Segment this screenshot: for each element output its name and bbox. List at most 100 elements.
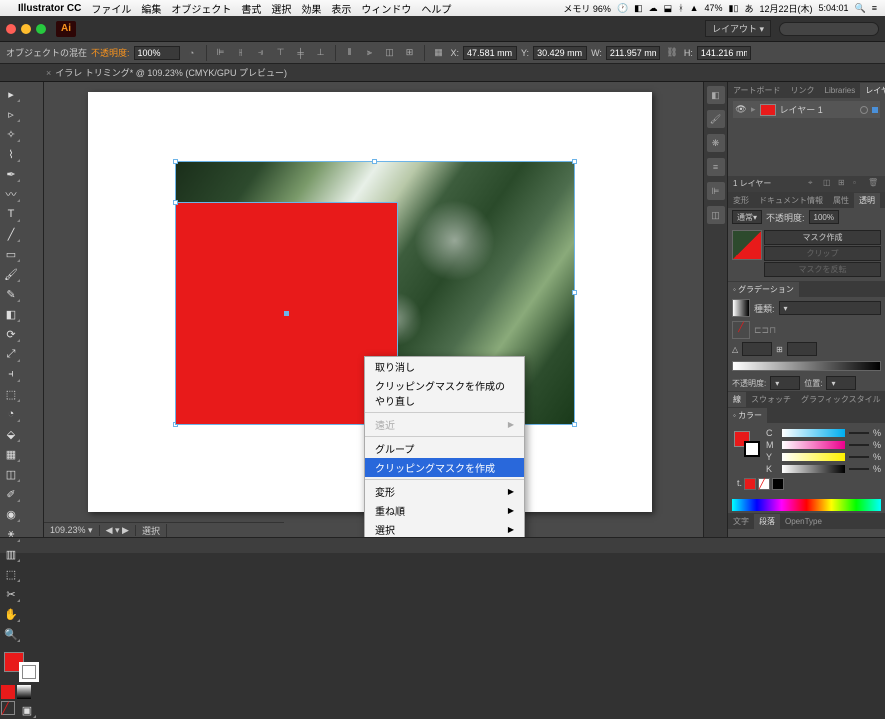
dock-align-icon[interactable]: ⊫ xyxy=(707,182,725,200)
locate-icon[interactable]: ⌖ xyxy=(808,178,820,190)
transparency-thumb[interactable] xyxy=(732,230,762,260)
tab-layers[interactable]: レイヤー xyxy=(860,83,885,98)
scale-tool[interactable]: ⤢ xyxy=(1,345,21,363)
wifi-icon[interactable]: ▲ xyxy=(690,3,699,13)
spectrum-ramp[interactable] xyxy=(732,499,881,511)
cloud-icon[interactable]: ☁ xyxy=(649,3,658,14)
ctx-arrange[interactable]: 重ね順▶ xyxy=(365,501,524,520)
tab-artboards[interactable]: アートボード xyxy=(728,83,786,98)
tab-paragraph[interactable]: 段落 xyxy=(754,514,780,529)
rotate-tool[interactable]: ⟳ xyxy=(1,325,21,343)
dock-brushes-icon[interactable]: 🖌 xyxy=(707,110,725,128)
k-input[interactable] xyxy=(849,468,869,470)
window-close[interactable] xyxy=(6,24,16,34)
menu-icon[interactable]: ≡ xyxy=(872,3,877,13)
eraser-tool[interactable]: ◧ xyxy=(1,305,21,323)
h-input[interactable] xyxy=(697,46,751,60)
panel-opacity-input[interactable]: 100% xyxy=(809,210,839,224)
type-tool[interactable]: T xyxy=(1,205,21,223)
ctx-transform[interactable]: 変形▶ xyxy=(365,482,524,501)
gradient-swatch[interactable] xyxy=(732,299,750,317)
window-minimize[interactable] xyxy=(21,24,31,34)
curvature-tool[interactable]: 〰 xyxy=(1,185,21,203)
screen-mode-icon[interactable]: ▣ xyxy=(17,701,37,719)
menu-window[interactable]: ウィンドウ xyxy=(361,1,411,16)
m-input[interactable] xyxy=(849,444,869,446)
artboard-tool[interactable]: ⬚ xyxy=(1,565,21,583)
fill-stroke-selector[interactable] xyxy=(4,652,39,682)
y-input[interactable] xyxy=(533,46,587,60)
app-name[interactable]: Illustrator CC xyxy=(18,3,81,14)
line-tool[interactable]: ╱ xyxy=(1,225,21,243)
hand-tool[interactable]: ✋ xyxy=(1,605,21,623)
gradient-mode-icon[interactable] xyxy=(17,685,31,699)
new-layer-icon[interactable]: ▫ xyxy=(853,178,865,190)
slice-tool[interactable]: ✂ xyxy=(1,585,21,603)
symbol-sprayer-tool[interactable]: ⚹ xyxy=(1,525,21,543)
align-bottom-icon[interactable]: ⊥ xyxy=(313,45,329,61)
dropbox-icon[interactable]: ⬓ xyxy=(664,3,673,14)
mesh-tool[interactable]: ▦ xyxy=(1,445,21,463)
dock-stroke-icon[interactable]: ≡ xyxy=(707,158,725,176)
tab-docinfo[interactable]: ドキュメント情報 xyxy=(754,193,828,208)
tab-transparency[interactable]: 透明 xyxy=(854,193,880,208)
visibility-icon[interactable]: 👁 xyxy=(735,104,747,116)
menu-help[interactable]: ヘルプ xyxy=(421,1,451,16)
link-wh-icon[interactable]: ⛓ xyxy=(664,45,680,61)
menu-view[interactable]: 表示 xyxy=(331,1,351,16)
pen-tool[interactable]: ✒ xyxy=(1,165,21,183)
tab-graphic-styles[interactable]: グラフィックスタイル xyxy=(796,392,885,407)
align-left-icon[interactable]: ⊫ xyxy=(213,45,229,61)
perspective-tool[interactable]: ⬙ xyxy=(1,425,21,443)
zoom-tool[interactable]: 🔍 xyxy=(1,625,21,643)
layer-row[interactable]: 👁 ▸ レイヤー 1 xyxy=(733,101,880,118)
shape-builder-tool[interactable]: ◔ xyxy=(1,405,21,423)
spotlight-icon[interactable]: 🔍 xyxy=(855,3,866,14)
w-input[interactable] xyxy=(606,46,660,60)
expand-icon[interactable]: ▸ xyxy=(751,104,756,115)
opacity-label[interactable]: 不透明度: xyxy=(91,46,130,59)
canvas[interactable]: 取り消し クリッピングマスクを作成のやり直し 遠近▶ グループ クリッピングマス… xyxy=(44,82,703,537)
tab-opentype[interactable]: OpenType xyxy=(780,515,827,528)
gradient-stroke-swatch[interactable]: ╱ xyxy=(732,321,750,339)
align-right-icon[interactable]: ⫣ xyxy=(253,45,269,61)
width-tool[interactable]: ⫞ xyxy=(1,365,21,383)
direct-selection-tool[interactable]: ▹ xyxy=(1,105,21,123)
distribute-v-icon[interactable]: ⫸ xyxy=(362,45,378,61)
gradient-tool[interactable]: ◫ xyxy=(1,465,21,483)
gradient-type-dropdown[interactable]: ▾ xyxy=(779,301,881,315)
paintbrush-tool[interactable]: 🖌 xyxy=(1,265,21,283)
tab-color[interactable]: ◦ カラー xyxy=(728,408,767,423)
workspace-dropdown[interactable]: レイアウト ▾ xyxy=(705,20,771,37)
align-vcenter-icon[interactable]: ╪ xyxy=(293,45,309,61)
tab-close-icon[interactable]: × xyxy=(46,68,51,78)
document-tab-title[interactable]: イラレ トリミング* @ 109.23% (CMYK/GPU プレビュー) xyxy=(55,66,287,79)
tab-links[interactable]: リンク xyxy=(786,83,820,98)
make-clip-icon[interactable]: ◫ xyxy=(823,178,835,190)
tab-libraries[interactable]: Libraries xyxy=(820,84,861,97)
free-transform-tool[interactable]: ⬚ xyxy=(1,385,21,403)
tab-stroke[interactable]: 線 xyxy=(728,392,746,407)
gradient-ramp[interactable] xyxy=(732,361,881,371)
ctx-undo[interactable]: 取り消し xyxy=(365,357,524,376)
notif-icon[interactable]: ◧ xyxy=(634,3,643,14)
magic-wand-tool[interactable]: ✧ xyxy=(1,125,21,143)
color-mode-icon[interactable] xyxy=(1,685,15,699)
tab-character[interactable]: 文字 xyxy=(728,514,754,529)
stop-position-input[interactable]: ▾ xyxy=(826,376,856,390)
tab-transform[interactable]: 変形 xyxy=(728,193,754,208)
ctx-group[interactable]: グループ xyxy=(365,439,524,458)
stop-opacity-input[interactable]: ▾ xyxy=(770,376,800,390)
blend-tool[interactable]: ◉ xyxy=(1,505,21,523)
tab-gradient[interactable]: ◦ グラデーション xyxy=(728,282,799,297)
swatch-red[interactable] xyxy=(744,478,756,490)
new-sublayer-icon[interactable]: ⊞ xyxy=(838,178,850,190)
none-mode-icon[interactable]: ╱ xyxy=(1,701,15,715)
dock-pathfinder-icon[interactable]: ◫ xyxy=(707,206,725,224)
window-zoom[interactable] xyxy=(36,24,46,34)
ctx-redo-clip[interactable]: クリッピングマスクを作成のやり直し xyxy=(365,376,524,410)
shaper-tool[interactable]: ✎ xyxy=(1,285,21,303)
tab-swatches[interactable]: スウォッチ xyxy=(746,392,796,407)
shape-mode-icon[interactable]: ◫ xyxy=(382,45,398,61)
layer-name[interactable]: レイヤー 1 xyxy=(780,103,823,116)
